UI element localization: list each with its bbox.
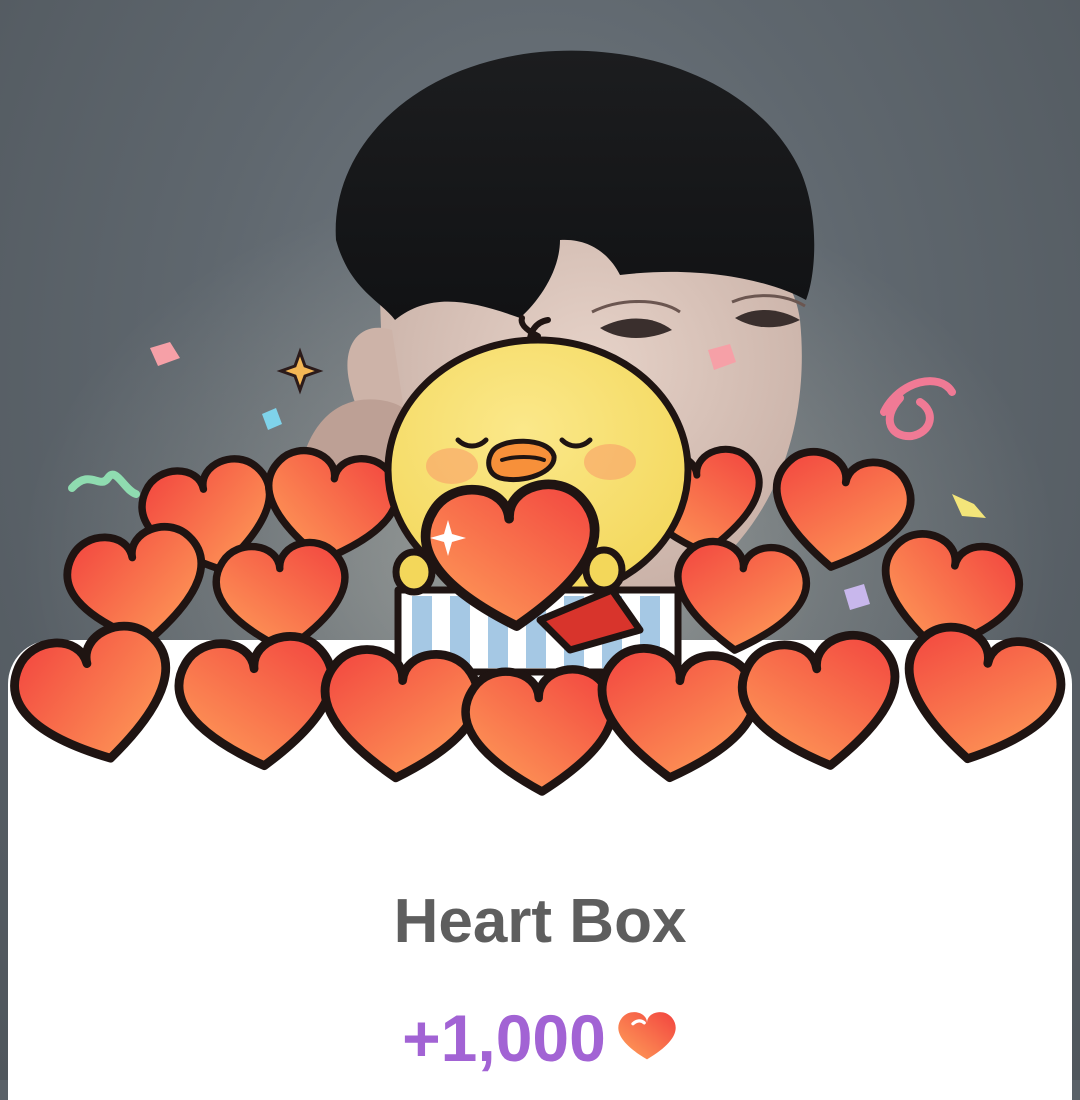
reward-amount: +1,000 bbox=[402, 1001, 606, 1075]
reward-amount-row: +1,000 bbox=[0, 998, 1080, 1078]
heart-icon bbox=[618, 1012, 676, 1060]
reward-title: Heart Box bbox=[393, 887, 687, 956]
